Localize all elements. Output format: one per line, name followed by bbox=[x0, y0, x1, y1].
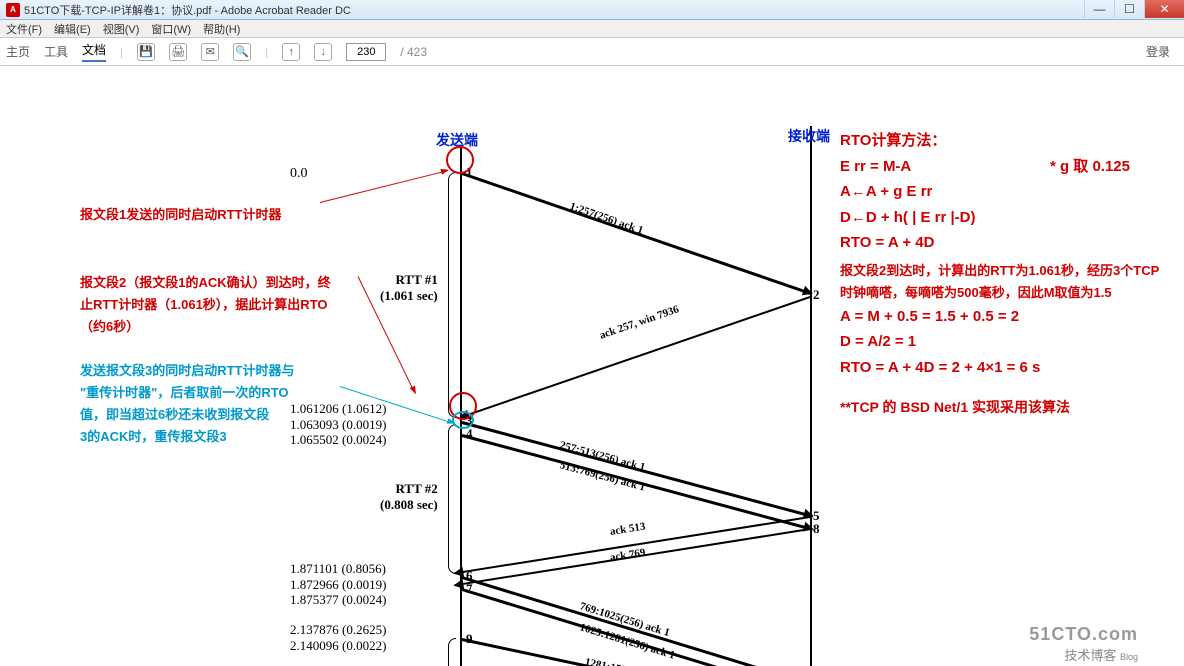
rto-p2: 时钟嘀嗒，每嘀嗒为500毫秒，因此M取值为1.5 bbox=[840, 282, 1160, 304]
page-number-input[interactable] bbox=[346, 43, 386, 61]
time-zero: 0.0 bbox=[290, 166, 308, 182]
window-title: 51CTO下载-TCP-IP详解卷1：协议.pdf - Adobe Acroba… bbox=[24, 2, 351, 18]
login-link[interactable]: 登录 bbox=[1146, 43, 1170, 60]
ann1-arrow bbox=[320, 170, 448, 203]
menu-view[interactable]: 视图(V) bbox=[103, 21, 140, 37]
rtt1-label: RTT #1(1.061 sec) bbox=[380, 272, 438, 304]
minimize-button[interactable]: — bbox=[1084, 0, 1114, 18]
window-titlebar: A 51CTO下载-TCP-IP详解卷1：协议.pdf - Adobe Acro… bbox=[0, 0, 1184, 20]
rtt2-label: RTT #2(0.808 sec) bbox=[380, 481, 438, 513]
receiver-label: 接收端 bbox=[788, 126, 830, 146]
menu-window[interactable]: 窗口(W) bbox=[151, 21, 191, 37]
label-seg1: 1:257(256) ack 1 bbox=[568, 200, 645, 236]
print-icon[interactable]: 🖨 bbox=[169, 43, 187, 61]
rtt2-brace bbox=[448, 424, 456, 574]
menu-help[interactable]: 帮助(H) bbox=[203, 21, 240, 37]
page-up-icon[interactable]: ↑ bbox=[282, 43, 300, 61]
rto-gnote: * g 取 0.125 bbox=[1050, 154, 1130, 180]
toolbar: 主页 工具 文档 | 💾 🖨 ✉ 🔍 | ↑ ↓ / 423 登录 bbox=[0, 38, 1184, 66]
annotation-3: 发送报文段3的同时启动RTT计时器与"重传计时器"，后者取前一次的RTO值，即当… bbox=[80, 360, 295, 448]
mail-icon[interactable]: ✉ bbox=[201, 43, 219, 61]
label-ack2: ack 257, win 7936 bbox=[598, 303, 681, 341]
timestamps-3: 2.137876 (0.2625)2.140096 (0.0022) bbox=[290, 622, 386, 653]
rto-f3: D←D + h( | E rr |-D) bbox=[840, 205, 1160, 231]
label-ack513: ack 513 bbox=[609, 520, 646, 537]
save-icon[interactable]: 💾 bbox=[137, 43, 155, 61]
pdf-icon: A bbox=[6, 3, 20, 17]
timestamps-1: 1.061206 (1.0612)1.063093 (0.0019)1.0655… bbox=[290, 401, 386, 448]
rto-c2: D = A/2 = 1 bbox=[840, 329, 1160, 355]
circle-seg1 bbox=[446, 146, 474, 174]
annotation-2: 报文段2（报文段1的ACK确认）到达时，终止RTT计时器（1.061秒），据此计… bbox=[80, 272, 331, 338]
rto-c3: RTO = A + 4D = 2 + 4×1 = 6 s bbox=[840, 355, 1160, 381]
page-total: / 423 bbox=[400, 45, 427, 59]
menu-file[interactable]: 文件(F) bbox=[6, 21, 42, 37]
rtt1-brace bbox=[448, 172, 456, 418]
menu-edit[interactable]: 编辑(E) bbox=[54, 21, 91, 37]
rto-f2: A←A + g E rr bbox=[840, 179, 1160, 205]
annotation-1: 报文段1发送的同时启动RTT计时器 bbox=[80, 204, 282, 226]
search-icon[interactable]: 🔍 bbox=[233, 43, 251, 61]
rto-f4: RTO = A + 4D bbox=[840, 230, 1160, 256]
rto-title: RTO计算方法： bbox=[840, 128, 1160, 154]
tab-home[interactable]: 主页 bbox=[6, 43, 30, 60]
tab-document[interactable]: 文档 bbox=[82, 41, 106, 62]
rto-block: RTO计算方法： E rr = M-A * g 取 0.125 A←A + g … bbox=[840, 128, 1160, 420]
page-down-icon[interactable]: ↓ bbox=[314, 43, 332, 61]
watermark: 51CTO.com 技术博客 Blog bbox=[1029, 624, 1138, 664]
rto-note: **TCP 的 BSD Net/1 实现采用该算法 bbox=[840, 396, 1160, 420]
arrow-ack2 bbox=[460, 296, 810, 418]
timestamps-2: 1.871101 (0.8056)1.872966 (0.0019)1.8753… bbox=[290, 561, 386, 608]
close-button[interactable]: ✕ bbox=[1144, 0, 1184, 18]
rto-c1: A = M + 0.5 = 1.5 + 0.5 = 2 bbox=[840, 304, 1160, 330]
rto-f1: E rr = M-A bbox=[840, 154, 911, 180]
document-view: 发送端 接收端 0.0 1 2 3 4 5 8 6 7 9 10 11 12 R… bbox=[0, 66, 1184, 666]
rtt3-brace bbox=[448, 638, 456, 666]
tab-tools[interactable]: 工具 bbox=[44, 43, 68, 60]
maximize-button[interactable]: ☐ bbox=[1114, 0, 1144, 18]
label-ack769: ack 769 bbox=[609, 546, 646, 563]
rto-p1: 报文段2到达时，计算出的RTT为1.061秒，经历3个TCP bbox=[840, 260, 1160, 282]
menubar: 文件(F) 编辑(E) 视图(V) 窗口(W) 帮助(H) bbox=[0, 20, 1184, 38]
receiver-timeline bbox=[810, 126, 812, 666]
